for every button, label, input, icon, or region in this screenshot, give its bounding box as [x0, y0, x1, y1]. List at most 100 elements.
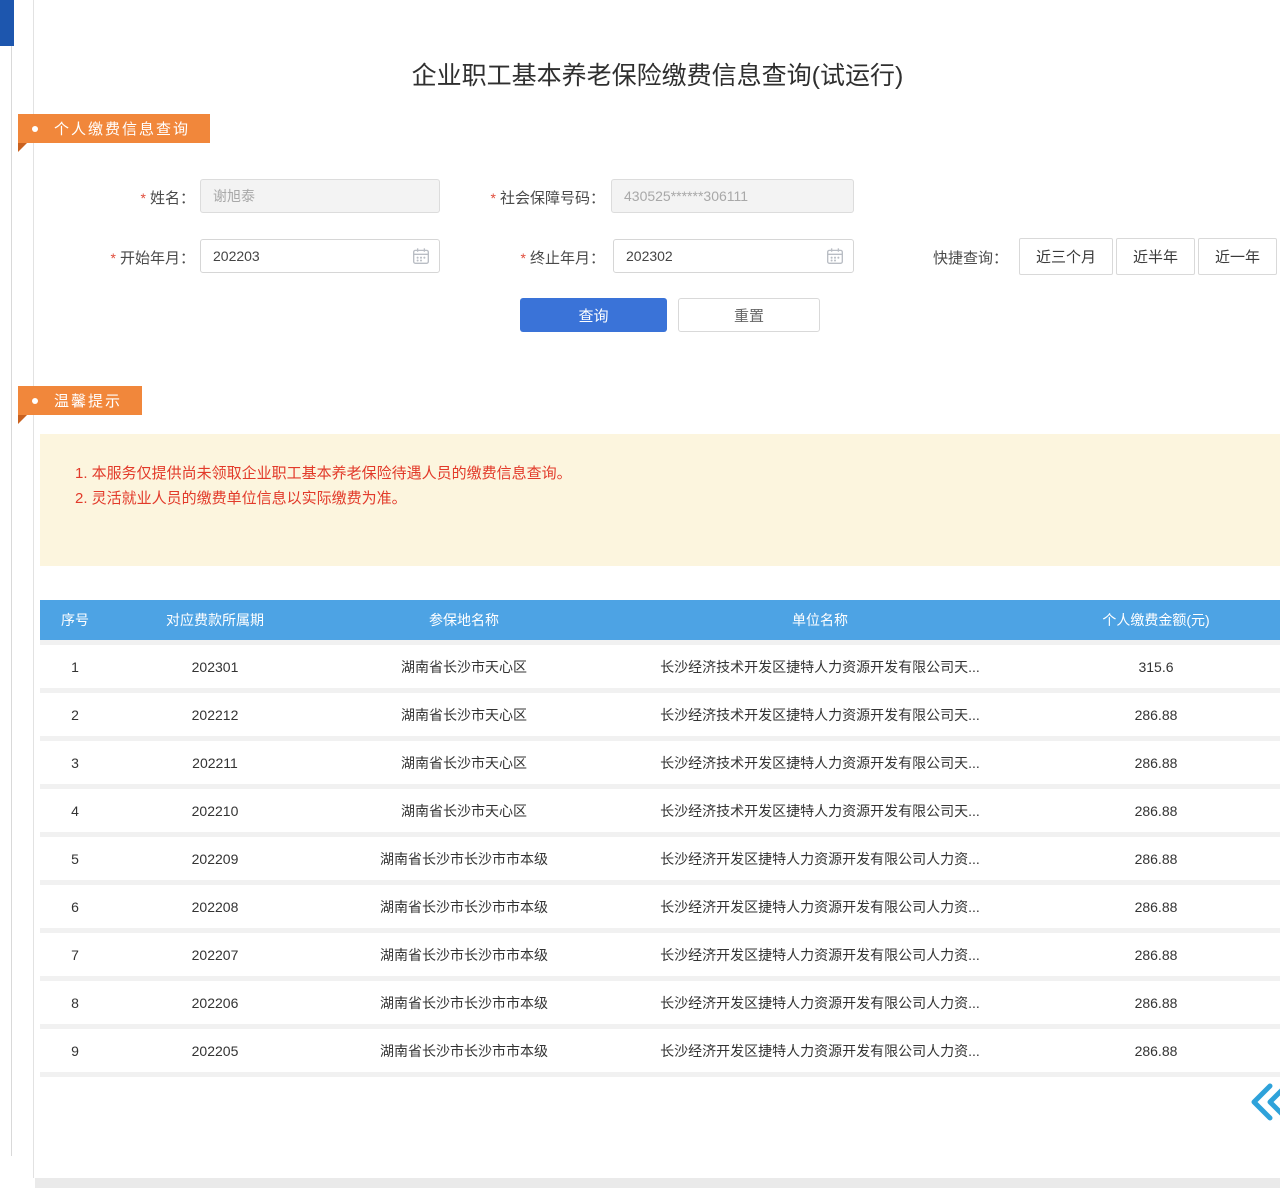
- cell-index: 2: [40, 691, 110, 739]
- end-date-input[interactable]: [613, 239, 854, 273]
- horizontal-scrollbar[interactable]: [35, 1178, 1280, 1188]
- header-cell-employer: 单位名称: [608, 600, 1032, 643]
- payment-table: 序号 对应费款所属期 参保地名称 单位名称 个人缴费金额(元) 1 202301…: [40, 600, 1280, 1077]
- reset-button[interactable]: 重置: [678, 298, 820, 332]
- cell-amount: 286.88: [1032, 931, 1280, 979]
- cell-period: 202301: [110, 643, 320, 691]
- badge-bullet-icon: [32, 126, 38, 132]
- header-cell-index: 序号: [40, 600, 110, 643]
- badge-bullet-icon: [32, 398, 38, 404]
- notice-box: 1. 本服务仅提供尚未领取企业职工基本养老保险待遇人员的缴费信息查询。 2. 灵…: [40, 434, 1280, 566]
- cell-amount: 286.88: [1032, 979, 1280, 1027]
- cell-employer: 长沙经济技术开发区捷特人力资源开发有限公司天...: [608, 691, 1032, 739]
- table-row: 2 202212 湖南省长沙市天心区 长沙经济技术开发区捷特人力资源开发有限公司…: [40, 691, 1280, 739]
- cell-amount: 286.88: [1032, 883, 1280, 931]
- cell-index: 6: [40, 883, 110, 931]
- cell-insured-place: 湖南省长沙市长沙市市本级: [320, 1027, 608, 1075]
- cell-insured-place: 湖南省长沙市天心区: [320, 739, 608, 787]
- table-row: 1 202301 湖南省长沙市天心区 长沙经济技术开发区捷特人力资源开发有限公司…: [40, 643, 1280, 691]
- cell-index: 4: [40, 787, 110, 835]
- badge-fold-corner: [18, 415, 27, 424]
- start-date-field: [200, 239, 440, 273]
- start-date-input[interactable]: [200, 239, 440, 273]
- end-date-label: *终止年月：: [470, 247, 605, 268]
- name-input: [200, 179, 440, 213]
- cell-amount: 286.88: [1032, 1027, 1280, 1075]
- badge-fold-corner: [18, 143, 27, 152]
- required-asterisk: *: [111, 250, 116, 266]
- cell-employer: 长沙经济技术开发区捷特人力资源开发有限公司天...: [608, 787, 1032, 835]
- cell-employer: 长沙经济技术开发区捷特人力资源开发有限公司天...: [608, 643, 1032, 691]
- cell-employer: 长沙经济开发区捷特人力资源开发有限公司人力资...: [608, 835, 1032, 883]
- table-row: 5 202209 湖南省长沙市长沙市市本级 长沙经济开发区捷特人力资源开发有限公…: [40, 835, 1280, 883]
- cell-employer: 长沙经济开发区捷特人力资源开发有限公司人力资...: [608, 883, 1032, 931]
- cell-amount: 315.6: [1032, 643, 1280, 691]
- cell-period: 202207: [110, 931, 320, 979]
- cell-insured-place: 湖南省长沙市长沙市市本级: [320, 883, 608, 931]
- cell-employer: 长沙经济开发区捷特人力资源开发有限公司人力资...: [608, 1027, 1032, 1075]
- cell-employer: 长沙经济开发区捷特人力资源开发有限公司人力资...: [608, 979, 1032, 1027]
- table-row: 8 202206 湖南省长沙市长沙市市本级 长沙经济开发区捷特人力资源开发有限公…: [40, 979, 1280, 1027]
- cell-index: 3: [40, 739, 110, 787]
- cell-amount: 286.88: [1032, 691, 1280, 739]
- cell-insured-place: 湖南省长沙市长沙市市本级: [320, 931, 608, 979]
- required-asterisk: *: [491, 190, 496, 206]
- section-badge-label: 个人缴费信息查询: [54, 118, 190, 139]
- quick-btn-last-3-months[interactable]: 近三个月: [1019, 238, 1113, 275]
- required-asterisk: *: [521, 250, 526, 266]
- cell-employer: 长沙经济开发区捷特人力资源开发有限公司人力资...: [608, 931, 1032, 979]
- query-button[interactable]: 查询: [520, 298, 667, 332]
- cell-period: 202208: [110, 883, 320, 931]
- calendar-icon[interactable]: [826, 247, 844, 265]
- cell-period: 202210: [110, 787, 320, 835]
- table-row: 9 202205 湖南省长沙市长沙市市本级 长沙经济开发区捷特人力资源开发有限公…: [40, 1027, 1280, 1075]
- cell-period: 202212: [110, 691, 320, 739]
- quick-btn-last-year[interactable]: 近一年: [1198, 238, 1277, 275]
- table-header-row: 序号 对应费款所属期 参保地名称 单位名称 个人缴费金额(元): [40, 600, 1280, 643]
- ssn-input: [611, 179, 854, 213]
- notice-line: 1. 本服务仅提供尚未领取企业职工基本养老保险待遇人员的缴费信息查询。: [75, 461, 1260, 486]
- calendar-icon[interactable]: [412, 247, 430, 265]
- table-row: 7 202207 湖南省长沙市长沙市市本级 长沙经济开发区捷特人力资源开发有限公…: [40, 931, 1280, 979]
- start-date-label: *开始年月：: [60, 247, 195, 268]
- double-left-chevron-icon[interactable]: [1246, 1080, 1280, 1124]
- sidebar-rail-divider: [11, 46, 12, 1156]
- name-label: *姓名：: [60, 187, 195, 208]
- header-cell-amount: 个人缴费金额(元): [1032, 600, 1280, 643]
- cell-period: 202209: [110, 835, 320, 883]
- header-cell-insured-place: 参保地名称: [320, 600, 608, 643]
- cell-index: 8: [40, 979, 110, 1027]
- end-date-field: [613, 239, 854, 273]
- header-cell-period: 对应费款所属期: [110, 600, 320, 643]
- cell-insured-place: 湖南省长沙市天心区: [320, 787, 608, 835]
- cell-index: 9: [40, 1027, 110, 1075]
- quick-query-label: 快捷查询：: [933, 247, 1008, 268]
- section-badge-label: 温馨提示: [54, 390, 122, 411]
- table-row: 6 202208 湖南省长沙市长沙市市本级 长沙经济开发区捷特人力资源开发有限公…: [40, 883, 1280, 931]
- page: 企业职工基本养老保险缴费信息查询(试运行) 个人缴费信息查询 *姓名： *社会保…: [0, 0, 1280, 1188]
- required-asterisk: *: [141, 190, 146, 206]
- cell-insured-place: 湖南省长沙市天心区: [320, 643, 608, 691]
- notice-line: 2. 灵活就业人员的缴费单位信息以实际缴费为准。: [75, 486, 1260, 511]
- quick-query-group: 近三个月 近半年 近一年: [1019, 238, 1277, 275]
- section-badge-tips: 温馨提示: [18, 386, 142, 415]
- cell-index: 7: [40, 931, 110, 979]
- cell-index: 5: [40, 835, 110, 883]
- cell-period: 202211: [110, 739, 320, 787]
- table-row: 4 202210 湖南省长沙市天心区 长沙经济技术开发区捷特人力资源开发有限公司…: [40, 787, 1280, 835]
- cell-period: 202205: [110, 1027, 320, 1075]
- section-badge-personal-query: 个人缴费信息查询: [18, 114, 210, 143]
- sidebar-collapsed-tab[interactable]: [0, 0, 14, 46]
- cell-period: 202206: [110, 979, 320, 1027]
- table-row: 3 202211 湖南省长沙市天心区 长沙经济技术开发区捷特人力资源开发有限公司…: [40, 739, 1280, 787]
- cell-amount: 286.88: [1032, 835, 1280, 883]
- sidebar-rail: [0, 0, 34, 1178]
- ssn-label: *社会保障号码：: [450, 187, 605, 208]
- page-title: 企业职工基本养老保险缴费信息查询(试运行): [35, 56, 1280, 92]
- cell-insured-place: 湖南省长沙市长沙市市本级: [320, 835, 608, 883]
- cell-index: 1: [40, 643, 110, 691]
- cell-insured-place: 湖南省长沙市天心区: [320, 691, 608, 739]
- quick-btn-last-half-year[interactable]: 近半年: [1116, 238, 1195, 275]
- cell-amount: 286.88: [1032, 739, 1280, 787]
- cell-amount: 286.88: [1032, 787, 1280, 835]
